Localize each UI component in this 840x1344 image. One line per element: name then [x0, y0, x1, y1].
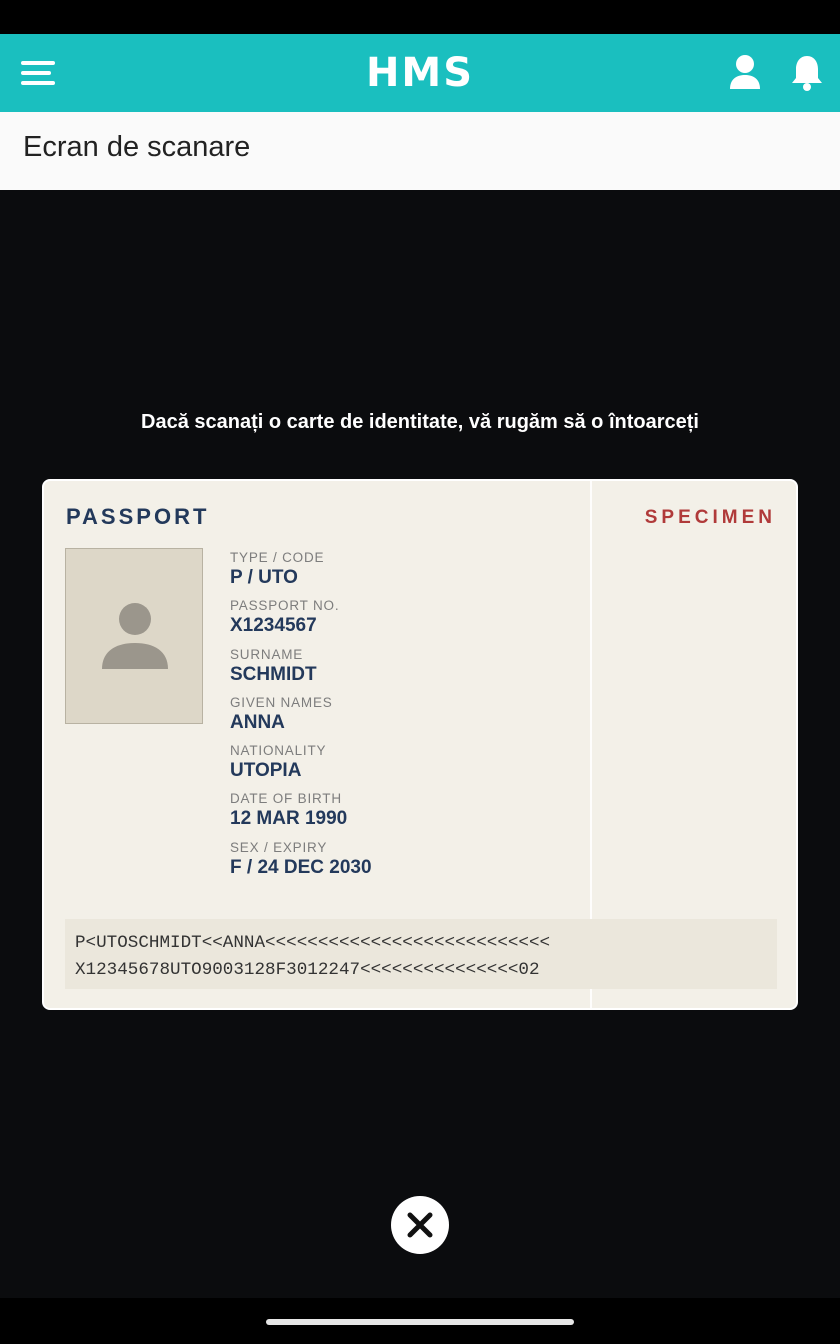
field-value: 12 MAR 1990 [230, 808, 348, 830]
field-value: ANNA [230, 711, 285, 733]
user-profile-button[interactable] [724, 52, 766, 94]
field-label: TYPE / CODE [230, 550, 325, 565]
field-value: F / 24 DEC 2030 [230, 856, 372, 878]
bell-icon [792, 56, 822, 91]
document-type: PASSPORT [66, 504, 210, 529]
system-navigation-bar [0, 1298, 840, 1344]
field-nationality: NATIONALITY UTOPIA [230, 742, 570, 790]
field-label: NATIONALITY [230, 743, 327, 759]
status-bar [0, 0, 840, 34]
field-surname: SURNAME SCHMIDT [230, 646, 570, 694]
menu-icon [21, 61, 55, 85]
machine-readable-zone: P<UTOSCHMIDT<<ANNA<<<<<<<<<<<<<<<<<<<<<<… [65, 919, 777, 989]
home-indicator[interactable] [266, 1319, 574, 1325]
page-title: Ecran de scanare [23, 131, 251, 163]
field-label: DATE OF BIRTH [230, 791, 342, 807]
mrz-line-2: X12345678UTO9003128F3012247<<<<<<<<<<<<<… [75, 960, 540, 980]
field-label: SEX / EXPIRY [230, 839, 328, 855]
field-value: P / UTO [230, 567, 298, 588]
field-value: UTOPIA [230, 760, 302, 782]
person-placeholder-icon [102, 603, 168, 669]
menu-button[interactable] [14, 50, 62, 96]
specimen-label: SPECIMEN [644, 507, 776, 528]
mrz-line-1: P<UTOSCHMIDT<<ANNA<<<<<<<<<<<<<<<<<<<<<<… [75, 933, 551, 953]
field-passport-no: PASSPORT NO. X1234567 [230, 597, 570, 645]
passport-fields: TYPE / CODE P / UTO PASSPORT NO. X123456… [230, 549, 570, 887]
app-header: HMS [0, 34, 840, 112]
scan-instruction: Dacă scanați o carte de identitate, vă r… [141, 411, 699, 433]
scan-frame: PASSPORT SPECIMEN TYPE / CODE P / UTO PA… [42, 479, 798, 1010]
field-date-of-birth: DATE OF BIRTH 12 MAR 1990 [230, 790, 570, 838]
field-value: X1234567 [230, 615, 317, 637]
field-label: SURNAME [230, 646, 304, 662]
notifications-button[interactable] [786, 52, 828, 94]
user-icon [730, 55, 760, 89]
page-header: Ecran de scanare [0, 112, 840, 190]
field-label: GIVEN NAMES [230, 694, 333, 710]
field-label: PASSPORT NO. [230, 598, 340, 614]
close-icon [407, 1212, 433, 1238]
field-sex-expiry: SEX / EXPIRY F / 24 DEC 2030 [230, 839, 570, 887]
app-logo: HMS [365, 50, 475, 96]
field-value: SCHMIDT [230, 663, 317, 685]
field-type-code: TYPE / CODE P / UTO [230, 549, 570, 597]
passport-photo [65, 548, 203, 724]
close-scan-button[interactable] [391, 1196, 449, 1254]
field-given-names: GIVEN NAMES ANNA [230, 694, 570, 742]
